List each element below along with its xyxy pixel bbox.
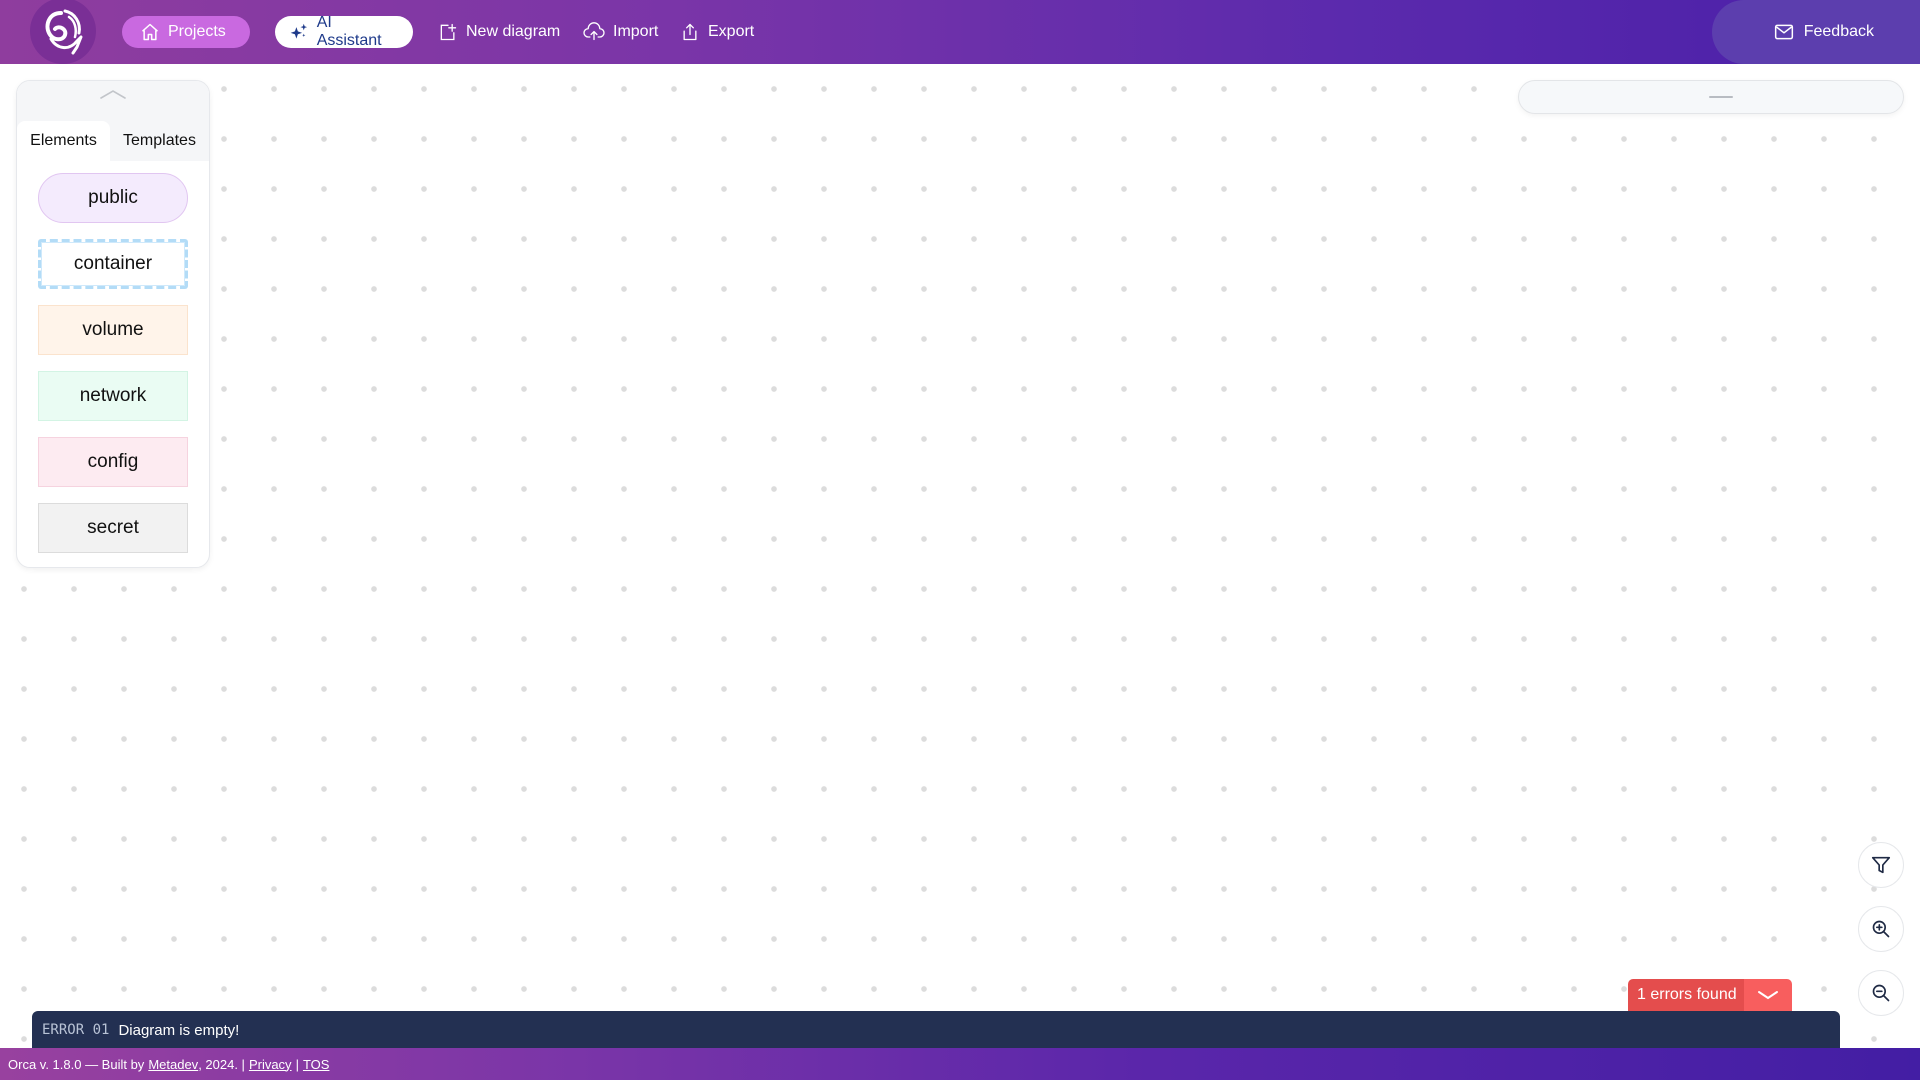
cloud-upload-icon	[583, 22, 605, 41]
mail-icon	[1774, 24, 1793, 40]
element-secret[interactable]: secret	[38, 503, 188, 553]
palette-tabs: Elements Templates	[17, 121, 209, 161]
footer-year-text: , 2024. |	[198, 1056, 245, 1072]
export-button[interactable]: Export	[680, 20, 754, 44]
errors-badge: 1 errors found	[1628, 979, 1792, 1011]
new-file-icon	[440, 23, 457, 41]
tab-elements[interactable]: Elements	[17, 121, 110, 161]
chevron-down-icon	[1758, 991, 1778, 1000]
zoom-out-icon	[1872, 984, 1890, 1002]
tos-link[interactable]: TOS	[303, 1057, 330, 1072]
drag-handle-icon[interactable]	[1709, 96, 1733, 98]
import-label: Import	[613, 23, 659, 40]
ai-assistant-button[interactable]: AI Assistant	[275, 14, 413, 49]
element-config[interactable]: config	[38, 437, 188, 487]
footer-version-text: Orca v. 1.8.0 — Built by	[8, 1056, 145, 1072]
error-list: ERROR 01 Diagram is empty!	[32, 1011, 1840, 1049]
privacy-link[interactable]: Privacy	[249, 1057, 292, 1072]
new-diagram-button[interactable]: New diagram	[438, 20, 560, 44]
element-container[interactable]: container	[38, 239, 188, 289]
collapse-palette-button[interactable]	[17, 81, 209, 121]
filter-button[interactable]	[1858, 842, 1904, 888]
element-list: public container volume network config s…	[17, 161, 209, 553]
errors-toggle-button[interactable]	[1744, 979, 1792, 1011]
tab-templates[interactable]: Templates	[110, 121, 209, 161]
properties-panel-collapsed[interactable]	[1518, 80, 1904, 114]
error-code: ERROR 01	[42, 1022, 110, 1038]
ai-assistant-label: AI Assistant	[316, 14, 382, 49]
footer: Orca v. 1.8.0 — Built by Metadev, 2024. …	[0, 1048, 1920, 1080]
element-palette: Elements Templates public container volu…	[16, 80, 210, 568]
new-diagram-label: New diagram	[466, 23, 561, 40]
element-network[interactable]: network	[38, 371, 188, 421]
share-export-icon	[683, 23, 697, 41]
zoom-out-button[interactable]	[1858, 970, 1904, 1016]
filter-icon	[1871, 856, 1891, 874]
orca-logo[interactable]	[30, 0, 96, 64]
top-navigation-bar: Projects AI Assistant New diagram Import…	[0, 0, 1920, 64]
zoom-in-icon	[1872, 920, 1890, 938]
feedback-button[interactable]: Feedback	[1712, 0, 1920, 64]
metadev-link[interactable]: Metadev	[148, 1057, 198, 1072]
sparkles-icon	[290, 23, 308, 39]
error-message: Diagram is empty!	[118, 1021, 240, 1039]
element-public[interactable]: public	[38, 173, 188, 223]
projects-button[interactable]: Projects	[122, 16, 250, 48]
import-button[interactable]: Import	[583, 20, 658, 44]
chevron-up-icon	[100, 90, 126, 99]
element-volume[interactable]: volume	[38, 305, 188, 355]
footer-separator: |	[295, 1056, 299, 1072]
projects-label: Projects	[168, 23, 226, 40]
orca-logo-icon	[45, 9, 83, 55]
errors-count-label[interactable]: 1 errors found	[1628, 979, 1744, 1011]
export-label: Export	[708, 23, 755, 40]
zoom-in-button[interactable]	[1858, 906, 1904, 952]
feedback-label: Feedback	[1803, 23, 1874, 40]
home-icon	[142, 23, 158, 41]
